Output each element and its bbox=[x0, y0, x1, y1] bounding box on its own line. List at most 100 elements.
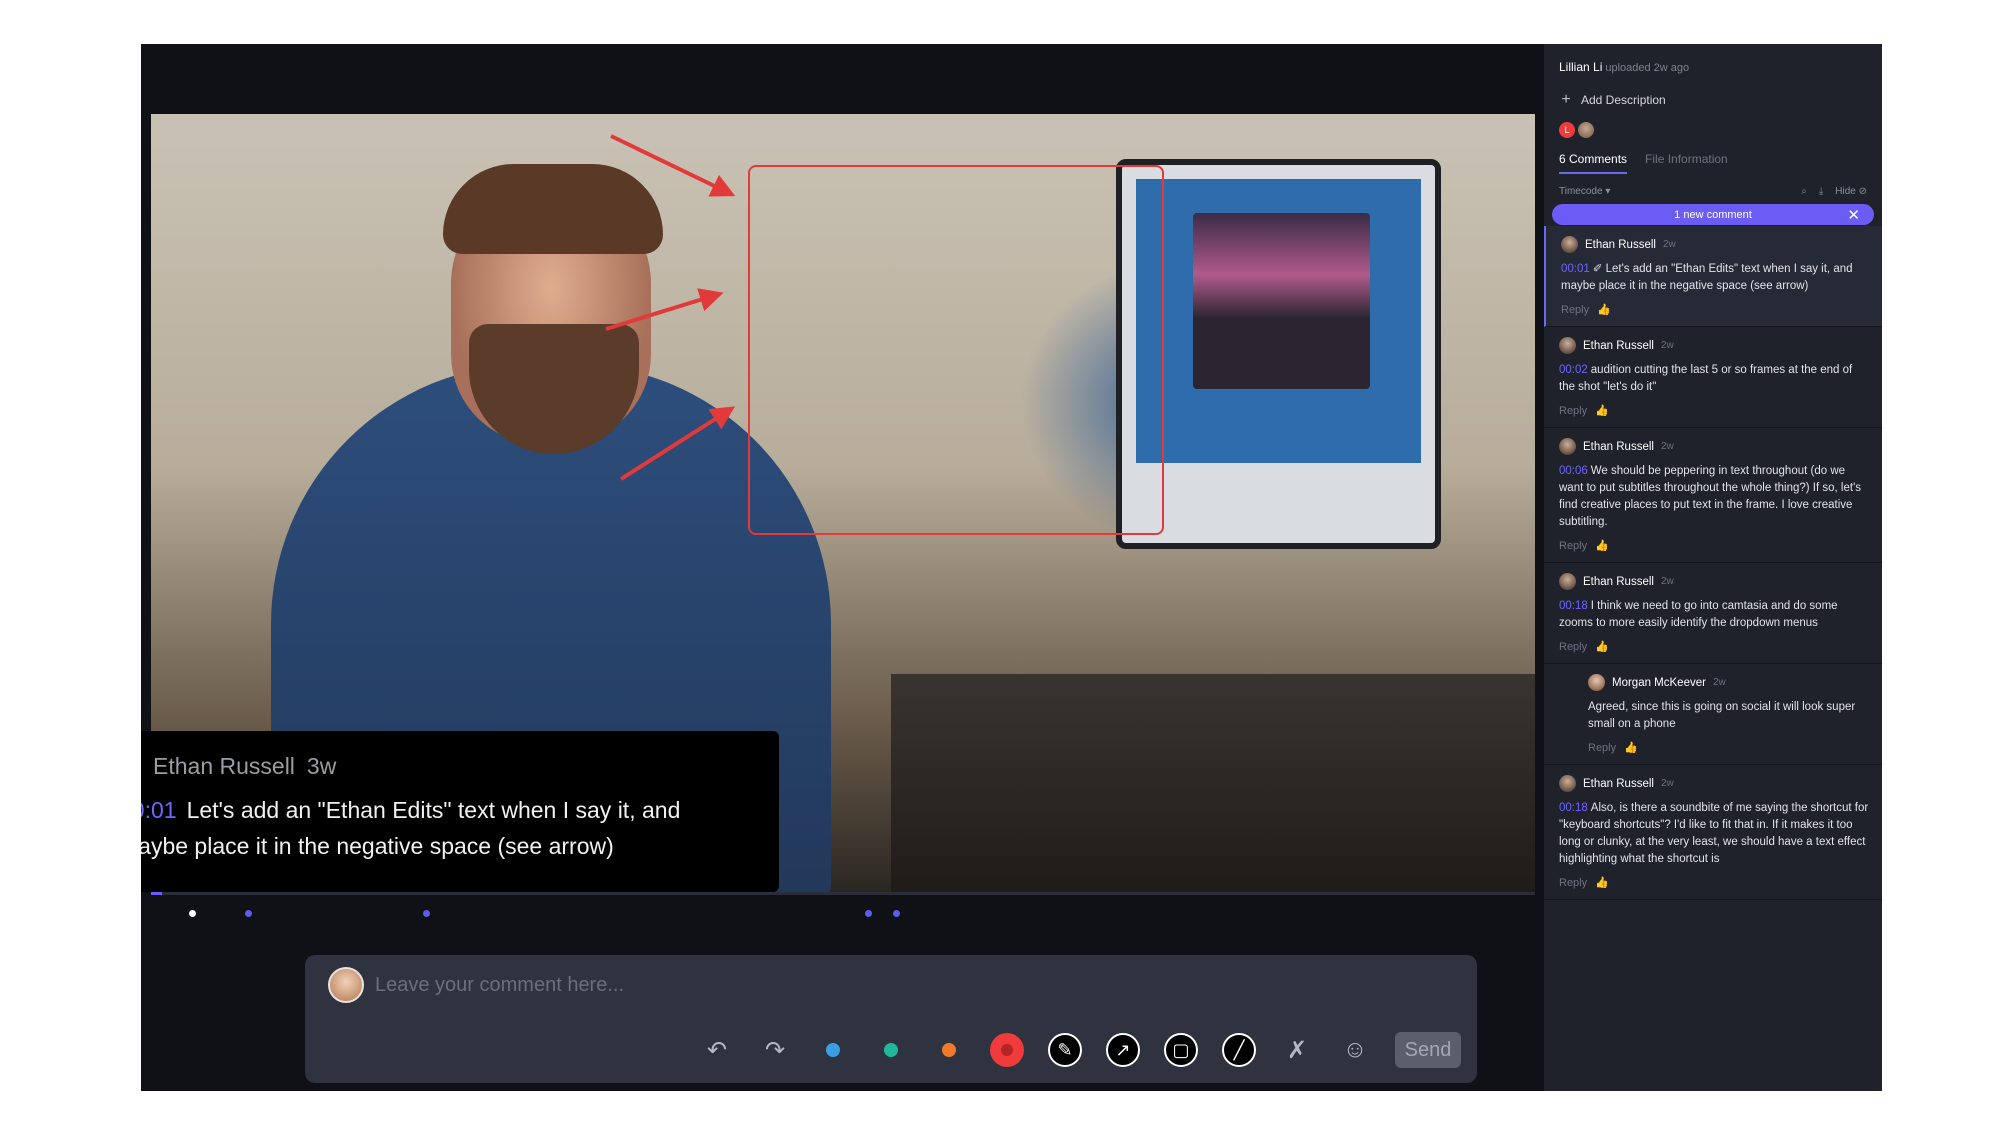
popup-time: 3w bbox=[306, 753, 337, 779]
reply-button[interactable]: Reply bbox=[1559, 641, 1587, 653]
avatar bbox=[1559, 775, 1576, 792]
sort-timecode-dropdown[interactable]: Timecode ▾ bbox=[1559, 186, 1610, 197]
like-icon[interactable]: 👍 bbox=[1595, 539, 1609, 552]
comment-text: We should be peppering in text throughou… bbox=[1559, 465, 1862, 528]
comment-author: Ethan Russell bbox=[1583, 339, 1654, 352]
playback-progress-bar[interactable] bbox=[151, 892, 1535, 895]
clear-drawing-icon[interactable]: ✗ bbox=[1279, 1032, 1315, 1068]
comment-marker[interactable] bbox=[189, 910, 196, 917]
new-comment-banner[interactable]: 1 new comment ✕ bbox=[1552, 204, 1874, 225]
comment-author: Ethan Russell bbox=[1583, 440, 1654, 453]
comment-marker[interactable] bbox=[245, 910, 252, 917]
comment-author: Ethan Russell bbox=[1585, 238, 1656, 251]
comment-composer: ↶ ↷ ✎ ↗ ▢ ╱ ✗ ☺ Send bbox=[305, 955, 1477, 1083]
like-icon[interactable]: 👍 bbox=[1595, 640, 1609, 653]
reply-button[interactable]: Reply bbox=[1561, 304, 1589, 316]
comment-item[interactable]: Ethan Russell 2w 00:02 audition cutting th… bbox=[1544, 327, 1882, 428]
reply-button[interactable]: Reply bbox=[1588, 742, 1616, 754]
comment-timecode[interactable]: 00:18 bbox=[1559, 600, 1588, 612]
avatar bbox=[1559, 337, 1576, 354]
redo-icon[interactable]: ↷ bbox=[757, 1032, 793, 1068]
color-blue-button[interactable] bbox=[815, 1032, 851, 1068]
undo-icon[interactable]: ↶ bbox=[699, 1032, 735, 1068]
avatar bbox=[1588, 674, 1605, 691]
comment-time: 2w bbox=[1660, 576, 1674, 587]
comment-time: 2w bbox=[1660, 778, 1674, 789]
reply-button[interactable]: Reply bbox=[1559, 877, 1587, 889]
download-icon[interactable]: ⤓ bbox=[1819, 186, 1823, 197]
like-icon[interactable]: 👍 bbox=[1597, 303, 1611, 316]
search-icon[interactable]: ⌕ bbox=[1801, 186, 1807, 197]
reply-button[interactable]: Reply bbox=[1559, 405, 1587, 417]
tab-comments[interactable]: 6 Comments bbox=[1559, 152, 1628, 174]
avatar bbox=[1559, 438, 1576, 455]
popup-text: Let's add an "Ethan Edits" text when I s… bbox=[141, 797, 681, 859]
comment-marker[interactable] bbox=[865, 910, 872, 917]
hide-toggle[interactable]: Hide ⊘ bbox=[1835, 186, 1867, 197]
comment-reply-item[interactable]: Morgan McKeever 2w Agreed, since this is … bbox=[1544, 664, 1882, 765]
comment-item[interactable]: Ethan Russell 2w 00:18 I think we need to … bbox=[1544, 563, 1882, 664]
uploader-name[interactable]: Lillian Li bbox=[1559, 60, 1602, 74]
comment-timecode[interactable]: 00:02 bbox=[1559, 364, 1588, 376]
like-icon[interactable]: 👍 bbox=[1595, 404, 1609, 417]
comment-marker[interactable] bbox=[893, 910, 900, 917]
line-icon[interactable]: ╱ bbox=[1221, 1032, 1257, 1068]
comment-time: 2w bbox=[1712, 677, 1726, 688]
uploader-line: Lillian Li uploaded 2w ago bbox=[1559, 60, 1867, 74]
annotation-arrow-2 bbox=[605, 288, 724, 331]
comment-marker[interactable] bbox=[423, 910, 430, 917]
add-description-button[interactable]: + Add Description bbox=[1559, 91, 1867, 109]
avatar[interactable] bbox=[1578, 122, 1594, 138]
like-icon[interactable]: 👍 bbox=[1595, 876, 1609, 889]
record-button[interactable] bbox=[989, 1032, 1025, 1068]
comment-item[interactable]: Ethan Russell 2w 00:01 ✐ Let's add an "Eth… bbox=[1544, 226, 1882, 327]
comment-popup: Ethan Russell 3w 00:01Let's add an "Etha… bbox=[141, 731, 779, 892]
comment-timecode[interactable]: 00:18 bbox=[1559, 802, 1588, 814]
popup-header: Ethan Russell 3w bbox=[141, 753, 751, 780]
comment-author: Ethan Russell bbox=[1583, 777, 1654, 790]
send-button[interactable]: Send bbox=[1395, 1032, 1461, 1068]
video-viewer: Ethan Russell 3w 00:01Let's add an "Etha… bbox=[141, 44, 1544, 1091]
playback-progress-fill bbox=[151, 892, 163, 895]
comment-text: I think we need to go into camtasia and … bbox=[1559, 600, 1838, 629]
comment-timecode[interactable]: 00:01 bbox=[1561, 263, 1590, 275]
annotation-arrow-1 bbox=[610, 134, 736, 197]
avatar bbox=[1559, 573, 1576, 590]
comment-text: Also, is there a soundbite of me saying … bbox=[1559, 802, 1869, 865]
popup-body: 00:01Let's add an "Ethan Edits" text whe… bbox=[141, 792, 751, 864]
arrow-icon[interactable]: ↗ bbox=[1105, 1032, 1141, 1068]
collaborator-avatars: L bbox=[1559, 122, 1867, 138]
rectangle-icon[interactable]: ▢ bbox=[1163, 1032, 1199, 1068]
close-icon[interactable]: ✕ bbox=[1847, 206, 1860, 224]
tab-file-information[interactable]: File Information bbox=[1645, 152, 1728, 174]
brush-icon[interactable]: ✎ bbox=[1047, 1032, 1083, 1068]
like-icon[interactable]: 👍 bbox=[1624, 741, 1638, 754]
popup-timecode[interactable]: 00:01 bbox=[141, 797, 177, 823]
color-orange-button[interactable] bbox=[931, 1032, 967, 1068]
filter-row: Timecode ▾ ⌕ ⤓ Hide ⊘ bbox=[1559, 186, 1867, 197]
comment-author: Ethan Russell bbox=[1583, 575, 1654, 588]
plus-icon: + bbox=[1561, 91, 1571, 108]
comment-input[interactable] bbox=[375, 967, 1275, 1003]
annotation-arrow-3 bbox=[619, 406, 736, 481]
comment-time: 2w bbox=[1660, 441, 1674, 452]
user-avatar bbox=[328, 967, 364, 1003]
comment-list: Ethan Russell 2w 00:01 ✐ Let's add an "Eth… bbox=[1544, 226, 1882, 900]
avatar[interactable]: L bbox=[1559, 122, 1575, 138]
reply-button[interactable]: Reply bbox=[1559, 540, 1587, 552]
comment-time: 2w bbox=[1662, 239, 1676, 250]
banner-text: 1 new comment bbox=[1674, 208, 1752, 221]
comment-item[interactable]: Ethan Russell 2w 00:06 We should be pepper… bbox=[1544, 428, 1882, 563]
drawing-toolbar: ↶ ↷ ✎ ↗ ▢ ╱ ✗ ☺ Send bbox=[699, 1030, 1461, 1070]
color-green-button[interactable] bbox=[873, 1032, 909, 1068]
emoji-icon[interactable]: ☺ bbox=[1337, 1032, 1373, 1068]
comment-time: 2w bbox=[1660, 340, 1674, 351]
comment-text: ✐ Let's add an "Ethan Edits" text when I… bbox=[1561, 263, 1853, 292]
popup-author: Ethan Russell bbox=[153, 753, 295, 779]
avatar bbox=[1561, 236, 1578, 253]
sidebar-tabs: 6 Comments File Information bbox=[1559, 152, 1867, 174]
comment-item[interactable]: Ethan Russell 2w 00:18 Also, is there a so… bbox=[1544, 765, 1882, 900]
comment-text: audition cutting the last 5 or so frames… bbox=[1559, 364, 1853, 393]
comment-timecode[interactable]: 00:06 bbox=[1559, 465, 1588, 477]
uploader-meta: uploaded 2w ago bbox=[1605, 62, 1690, 74]
